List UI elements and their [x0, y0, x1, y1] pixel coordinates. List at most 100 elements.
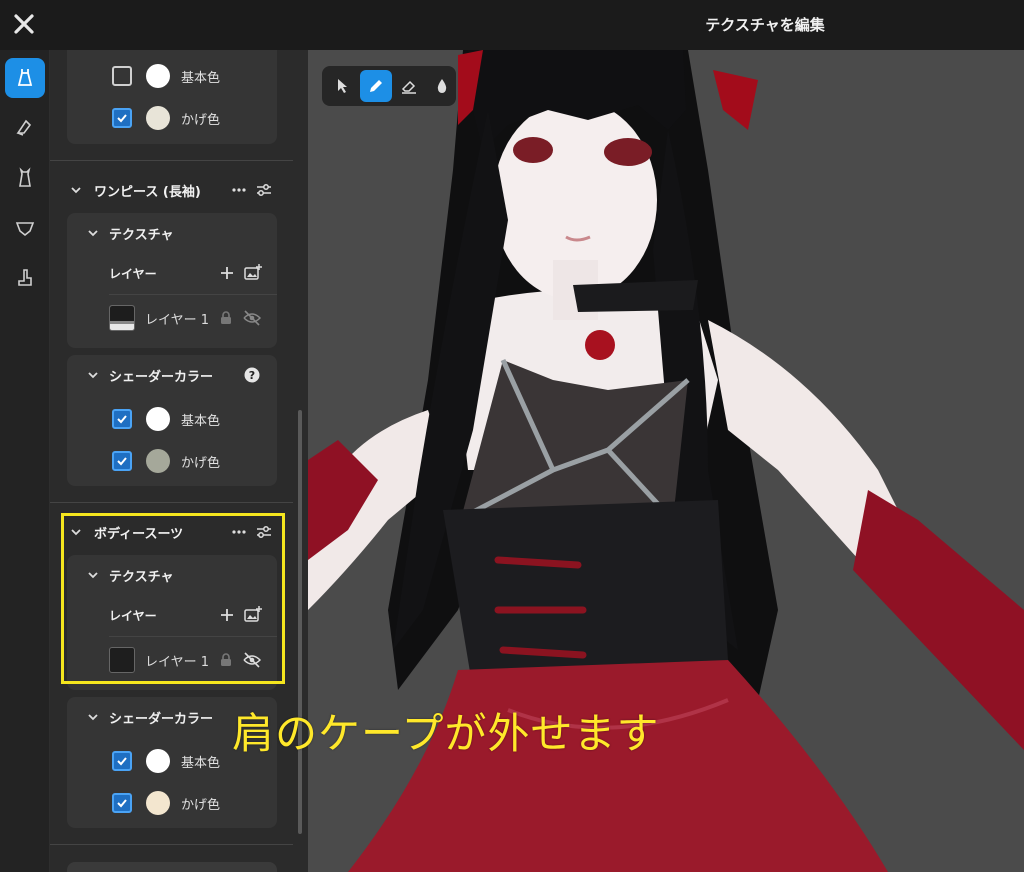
- layer-divider: [109, 294, 277, 295]
- section-title: ボディースーツ: [94, 526, 184, 542]
- shader-title: シェーダーカラー: [109, 711, 214, 727]
- chevron-down-icon: [88, 714, 98, 721]
- section-divider: [50, 502, 293, 503]
- section-header-onepiece[interactable]: ワンピース (長袖): [50, 170, 308, 210]
- add-layer-icon[interactable]: [220, 608, 234, 622]
- shade-color-checkbox[interactable]: [112, 451, 132, 471]
- visibility-off-icon[interactable]: [243, 310, 261, 326]
- base-color-row[interactable]: 基本色: [67, 398, 277, 440]
- adjust-settings-icon[interactable]: [256, 182, 272, 198]
- shade-color-swatch[interactable]: [146, 106, 170, 130]
- check-icon: [117, 114, 127, 123]
- texture-title: テクスチャ: [109, 569, 174, 585]
- shoe-icon: [16, 119, 32, 136]
- visibility-off-icon[interactable]: [243, 652, 261, 668]
- check-icon: [117, 757, 127, 766]
- section-divider: [50, 160, 293, 161]
- top-bar: テクスチャを編集: [0, 0, 1024, 50]
- base-color-checkbox[interactable]: [112, 751, 132, 771]
- base-color-checkbox[interactable]: [112, 66, 132, 86]
- shade-color-label: かげ色: [181, 455, 221, 471]
- add-image-icon[interactable]: [244, 264, 262, 280]
- section-header-bodysuit[interactable]: ボディースーツ: [50, 512, 308, 552]
- more-options-icon[interactable]: [232, 526, 246, 538]
- eraser-tool-button[interactable]: [393, 70, 425, 102]
- shade-color-label: かげ色: [181, 797, 221, 813]
- panel-scrollbar[interactable]: [298, 410, 302, 834]
- drop-icon: [437, 79, 447, 93]
- layers-header: レイヤー: [67, 255, 277, 291]
- layers-header: レイヤー: [67, 597, 277, 633]
- shade-color-checkbox[interactable]: [112, 793, 132, 813]
- texture-card: テクスチャ レイヤー レイヤー 1: [67, 213, 277, 348]
- base-color-swatch[interactable]: [146, 749, 170, 773]
- texture-header[interactable]: テクスチャ: [67, 215, 277, 251]
- boot-icon: [18, 269, 32, 286]
- select-tool-button[interactable]: [327, 70, 359, 102]
- pencil-icon: [370, 80, 382, 92]
- layer-thumbnail: [109, 305, 135, 331]
- shade-color-row[interactable]: かげ色: [67, 97, 277, 139]
- layers-label: レイヤー: [109, 266, 157, 281]
- base-color-label: 基本色: [181, 413, 221, 429]
- layer-row[interactable]: レイヤー 1: [67, 297, 277, 339]
- chevron-down-icon: [88, 230, 98, 237]
- lock-icon[interactable]: [220, 311, 232, 325]
- section-divider: [50, 844, 293, 845]
- shader-color-card: シェーダーカラー ? 基本色 かげ色: [67, 355, 277, 486]
- layer-thumbnail: [109, 647, 135, 673]
- top-shader-card: 基本色 かげ色: [67, 50, 277, 144]
- annotation-caption: 肩のケープが外せます: [232, 709, 660, 758]
- rail-outfit-button[interactable]: [5, 58, 45, 98]
- close-icon: [14, 14, 34, 34]
- svg-text:?: ?: [249, 369, 255, 382]
- shade-color-row[interactable]: かげ色: [67, 440, 277, 482]
- rail-shoes-button[interactable]: [5, 258, 45, 298]
- texture-title: テクスチャ: [109, 227, 174, 243]
- layer-row[interactable]: レイヤー 1: [67, 639, 277, 681]
- check-icon: [117, 415, 127, 424]
- rail-bottoms-button[interactable]: [5, 208, 45, 248]
- chevron-down-icon: [88, 372, 98, 379]
- adjust-settings-icon[interactable]: [256, 524, 272, 540]
- add-image-icon[interactable]: [244, 606, 262, 622]
- shader-title: シェーダーカラー: [109, 369, 214, 385]
- drawing-toolbar: [322, 66, 456, 106]
- layers-label: レイヤー: [109, 608, 157, 623]
- shirt-icon: [19, 167, 31, 187]
- layer-name: レイヤー 1: [145, 312, 210, 328]
- base-color-label: 基本色: [181, 70, 221, 86]
- window-title: テクスチャを編集: [705, 16, 825, 34]
- base-color-swatch[interactable]: [146, 64, 170, 88]
- dress-icon: [17, 69, 33, 86]
- check-icon: [117, 799, 127, 808]
- base-color-checkbox[interactable]: [112, 409, 132, 429]
- rail-accessory-button[interactable]: [5, 108, 45, 148]
- pen-tool-button[interactable]: [360, 70, 392, 102]
- fill-tool-button[interactable]: [426, 70, 458, 102]
- chevron-down-icon: [71, 529, 81, 536]
- texture-header[interactable]: テクスチャ: [67, 557, 277, 593]
- chevron-down-icon: [88, 572, 98, 579]
- help-icon[interactable]: ?: [244, 367, 260, 383]
- shade-color-swatch[interactable]: [146, 449, 170, 473]
- shade-color-swatch[interactable]: [146, 791, 170, 815]
- base-color-swatch[interactable]: [146, 407, 170, 431]
- add-layer-icon[interactable]: [220, 266, 234, 280]
- cursor-icon: [338, 79, 347, 93]
- chevron-down-icon: [71, 187, 81, 194]
- texture-card: テクスチャ レイヤー レイヤー 1: [67, 555, 277, 690]
- lock-icon[interactable]: [220, 653, 232, 667]
- layer-name: レイヤー 1: [145, 654, 210, 670]
- shader-header[interactable]: シェーダーカラー ?: [67, 357, 277, 393]
- shade-color-checkbox[interactable]: [112, 108, 132, 128]
- shade-color-row[interactable]: かげ色: [67, 782, 277, 824]
- more-options-icon[interactable]: [232, 184, 246, 196]
- layer-divider: [109, 636, 277, 637]
- base-color-row[interactable]: 基本色: [67, 55, 277, 97]
- eraser-icon: [401, 80, 416, 94]
- rail-tops-button[interactable]: [5, 158, 45, 198]
- shade-color-label: かげ色: [181, 112, 221, 128]
- close-button[interactable]: [12, 12, 36, 36]
- check-icon: [117, 457, 127, 466]
